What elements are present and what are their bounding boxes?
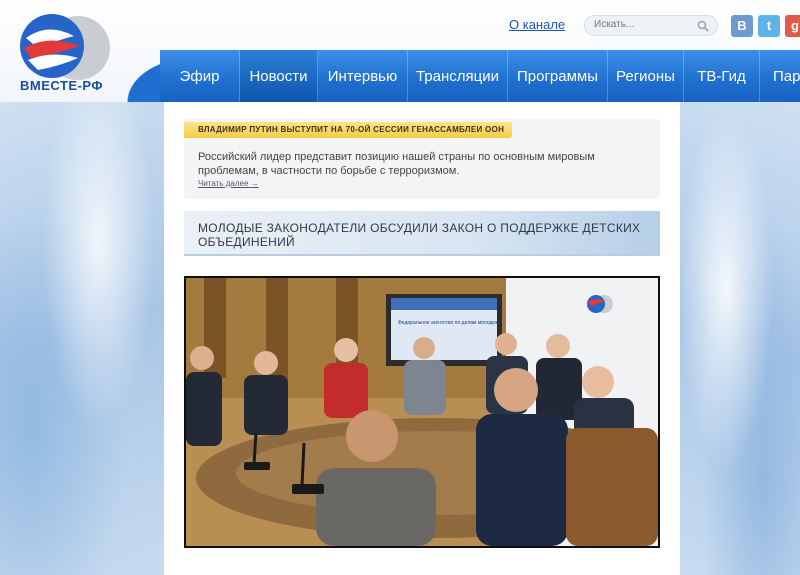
article-headline: МОЛОДЫЕ ЗАКОНОДАТЕЛИ ОБСУДИЛИ ЗАКОН О ПО…: [184, 211, 660, 256]
video-player[interactable]: Федеральное агентство по делам молодежи: [184, 276, 676, 548]
read-more-link[interactable]: Читать далее →: [198, 179, 259, 188]
background-right-decoration: [676, 100, 800, 575]
promo-text: Российский лидер представит позицию наше…: [198, 151, 595, 177]
nav-item-interviews[interactable]: Интервью: [318, 50, 408, 102]
search-box[interactable]: [584, 15, 718, 36]
promo-tag[interactable]: ВЛАДИМИР ПУТИН ВЫСТУПИТ НА 70-ОЙ СЕССИИ …: [184, 122, 513, 138]
about-channel-link[interactable]: О канале: [509, 17, 565, 32]
nav-item-efir[interactable]: Эфир: [160, 50, 240, 102]
nav-item-news[interactable]: Новости: [240, 50, 318, 102]
screen-caption: Федеральное агентство по делам молодежи: [398, 320, 501, 326]
promo-block: ВЛАДИМИР ПУТИН ВЫСТУПИТ НА 70-ОЙ СЕССИИ …: [184, 119, 660, 199]
nav-item-broadcasts[interactable]: Трансляции: [408, 50, 508, 102]
nav-item-programs[interactable]: Программы: [508, 50, 608, 102]
search-icon[interactable]: [697, 20, 709, 32]
site-header: ВМЕСТЕ-РФ О канале B t g Эфир Новости Ин…: [0, 0, 800, 102]
logo-text: ВМЕСТЕ-РФ: [20, 78, 103, 93]
main-navigation: Эфир Новости Интервью Трансляции Програм…: [160, 50, 800, 102]
search-input[interactable]: [594, 19, 694, 30]
google-plus-icon[interactable]: g: [785, 15, 800, 37]
video-frame: Федеральное агентство по делам молодежи: [186, 278, 676, 546]
nav-item-regions[interactable]: Регионы: [608, 50, 684, 102]
arrow-right-icon: →: [250, 179, 259, 188]
background-left-decoration: [0, 100, 164, 575]
main-content: ВЛАДИМИР ПУТИН ВЫСТУПИТ НА 70-ОЙ СЕССИИ …: [164, 102, 680, 575]
nav-item-tv-guide[interactable]: ТВ-Гид: [684, 50, 760, 102]
twitter-icon[interactable]: t: [758, 15, 780, 37]
vk-icon[interactable]: B: [731, 15, 753, 37]
nav-item-partners[interactable]: Парт: [760, 50, 800, 102]
read-more-label: Читать далее: [198, 179, 249, 188]
article-title: МОЛОДЫЕ ЗАКОНОДАТЕЛИ ОБСУДИЛИ ЗАКОН О ПО…: [198, 221, 641, 249]
